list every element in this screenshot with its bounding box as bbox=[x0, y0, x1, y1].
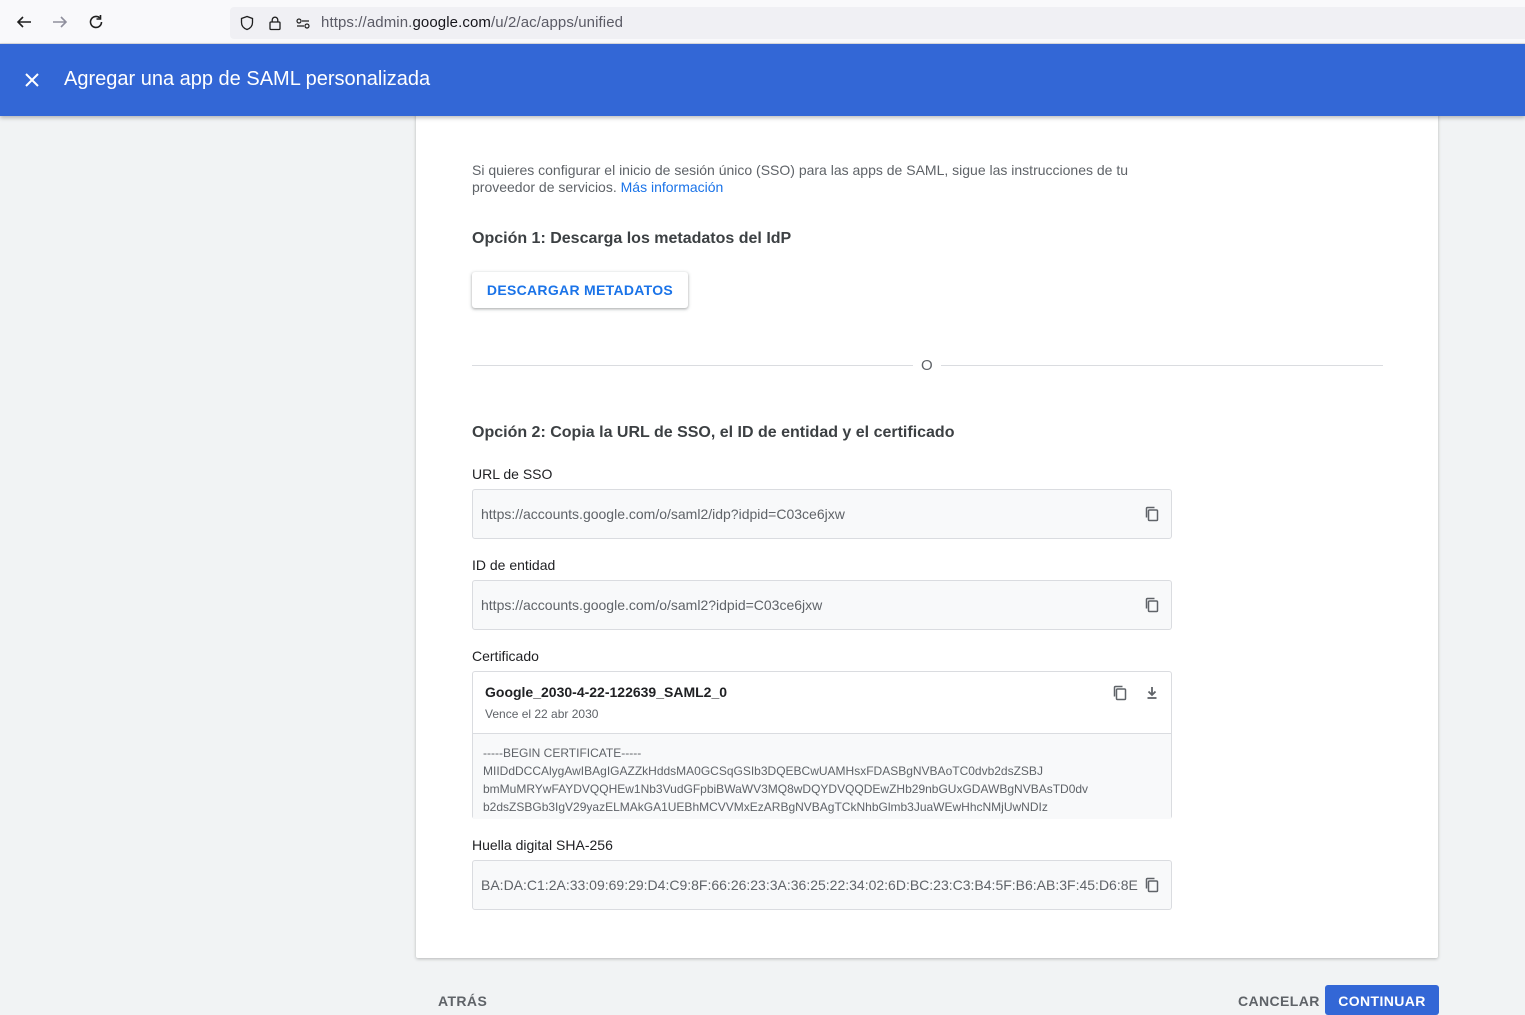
certificate-line: -----BEGIN CERTIFICATE----- bbox=[483, 746, 642, 760]
page-title: Agregar una app de SAML personalizada bbox=[64, 68, 431, 90]
continue-button[interactable]: CONTINUAR bbox=[1325, 985, 1439, 1015]
sso-url-field[interactable]: https://accounts.google.com/o/saml2/idp?… bbox=[472, 489, 1172, 539]
permissions-icon[interactable] bbox=[295, 15, 311, 31]
sso-url-label: URL de SSO bbox=[472, 466, 553, 482]
sso-url-value[interactable]: https://accounts.google.com/o/saml2/idp?… bbox=[481, 506, 845, 522]
copy-icon[interactable] bbox=[1111, 684, 1129, 702]
url-text[interactable]: https://admin.google.com/u/2/ac/apps/uni… bbox=[321, 14, 623, 31]
close-button[interactable] bbox=[20, 68, 44, 92]
app-header: Agregar una app de SAML personalizada bbox=[0, 44, 1525, 116]
certificate-line: MIIDdDCCAlygAwIBAgIGAZZkHddsMA0GCSqGSIb3… bbox=[483, 764, 1043, 778]
entity-id-value[interactable]: https://accounts.google.com/o/saml2?idpi… bbox=[481, 597, 822, 613]
entity-id-field[interactable]: https://accounts.google.com/o/saml2?idpi… bbox=[472, 580, 1172, 630]
option2-title: Opción 2: Copia la URL de SSO, el ID de … bbox=[472, 424, 955, 441]
cancel-button[interactable]: CANCELAR bbox=[1238, 993, 1320, 1009]
reload-icon bbox=[89, 15, 103, 29]
more-info-link[interactable]: Más información bbox=[621, 179, 724, 195]
reload-button[interactable] bbox=[85, 11, 107, 33]
back-button[interactable] bbox=[13, 11, 35, 33]
entity-id-label: ID de entidad bbox=[472, 557, 556, 573]
copy-icon[interactable] bbox=[1143, 596, 1161, 614]
copy-icon[interactable] bbox=[1143, 876, 1161, 894]
intro-description: Si quieres configurar el inicio de sesió… bbox=[472, 162, 1129, 195]
forward-button[interactable] bbox=[49, 11, 71, 33]
certificate-box: Google_2030-4-22-122639_SAML2_0 Vence el… bbox=[472, 671, 1172, 819]
fingerprint-field[interactable]: BA:DA:C1:2A:33:09:69:29:D4:C9:8F:66:26:2… bbox=[472, 860, 1172, 910]
option1-title: Opción 1: Descarga los metadatos del IdP bbox=[472, 230, 792, 247]
arrow-right-icon bbox=[53, 16, 68, 28]
divider-left bbox=[472, 365, 913, 366]
arrow-left-icon bbox=[16, 16, 31, 28]
close-icon bbox=[25, 73, 39, 87]
url-prefix: https://admin. bbox=[321, 14, 413, 31]
url-bar[interactable]: https://admin.google.com/u/2/ac/apps/uni… bbox=[230, 7, 1525, 39]
download-icon[interactable] bbox=[1143, 684, 1161, 702]
certificate-text[interactable]: -----BEGIN CERTIFICATE----- MIIDdDCCAlyg… bbox=[473, 733, 1171, 819]
browser-toolbar: https://admin.google.com/u/2/ac/apps/uni… bbox=[0, 0, 1525, 44]
url-path: /u/2/ac/apps/unified bbox=[491, 14, 624, 31]
shield-icon[interactable] bbox=[239, 15, 255, 31]
certificate-name: Google_2030-4-22-122639_SAML2_0 bbox=[485, 684, 728, 700]
back-step-button[interactable]: ATRÁS bbox=[438, 993, 487, 1009]
intro-text: Si quieres configurar el inicio de sesió… bbox=[472, 162, 1162, 196]
certificate-label: Certificado bbox=[472, 648, 539, 664]
fingerprint-label: Huella digital SHA-256 bbox=[472, 837, 613, 853]
saml-details-card: Si quieres configurar el inicio de sesió… bbox=[416, 110, 1438, 958]
divider-label: O bbox=[921, 357, 933, 374]
url-domain: google.com bbox=[412, 14, 492, 31]
divider-right bbox=[941, 365, 1383, 366]
lock-icon[interactable] bbox=[267, 15, 283, 31]
download-metadata-button[interactable]: DESCARGAR METADATOS bbox=[472, 272, 688, 308]
certificate-line: b2dsZSBGb3IgV29yazELMAkGA1UEBhMCVVMxEzAR… bbox=[483, 800, 1048, 814]
certificate-expiry: Vence el 22 abr 2030 bbox=[485, 707, 599, 721]
copy-icon[interactable] bbox=[1143, 505, 1161, 523]
fingerprint-value[interactable]: BA:DA:C1:2A:33:09:69:29:D4:C9:8F:66:26:2… bbox=[481, 877, 1138, 893]
certificate-line: bmMuMRYwFAYDVQQHEw1Nb3VudGFpbiBWaWV3MQ8w… bbox=[483, 782, 1089, 796]
